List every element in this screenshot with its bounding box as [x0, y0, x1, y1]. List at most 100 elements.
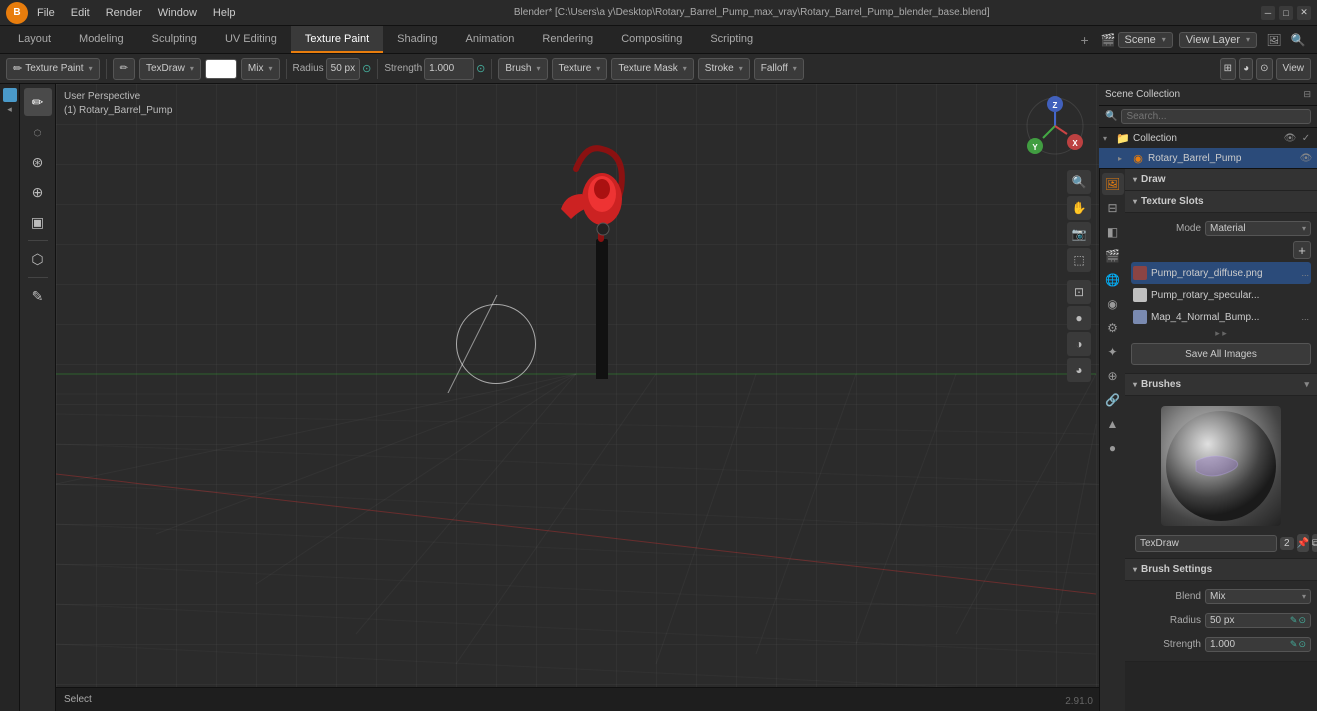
menu-file[interactable]: File	[30, 5, 62, 21]
strength-pressure-icon-2[interactable]: ⊙	[1298, 639, 1306, 650]
view-layer-selector[interactable]: View Layer ▾	[1179, 32, 1257, 48]
tab-scripting[interactable]: Scripting	[696, 26, 767, 53]
tab-layout[interactable]: Layout	[4, 26, 65, 53]
tab-modeling[interactable]: Modeling	[65, 26, 138, 53]
texture-mask-button[interactable]: Texture Mask ▾	[611, 58, 693, 80]
clone-tool[interactable]: ⊕	[24, 178, 52, 206]
search-icon[interactable]: 🔍	[1287, 29, 1309, 51]
tab-texture-paint[interactable]: Texture Paint	[291, 26, 383, 53]
prop-material-icon[interactable]: ●	[1102, 437, 1124, 459]
outliner-pump-item[interactable]: ▸ ◉ Rotary_Barrel_Pump 👁	[1099, 148, 1317, 168]
menu-help[interactable]: Help	[206, 5, 243, 21]
blend-mode-selector[interactable]: Mix ▾	[241, 58, 280, 80]
hand-tool-btn[interactable]: ✋	[1067, 196, 1091, 220]
mask-tool[interactable]: ⬡	[24, 245, 52, 273]
brushes-expand-icon[interactable]: ▾	[1304, 379, 1309, 390]
prop-physics-icon[interactable]: ⊕	[1102, 365, 1124, 387]
render-properties-icon[interactable]: 🖼	[1263, 29, 1285, 51]
render-region-btn[interactable]: ⬚	[1067, 248, 1091, 272]
radius-pen-icon[interactable]: ✎	[1290, 615, 1298, 626]
tab-animation[interactable]: Animation	[452, 26, 529, 53]
prop-data-icon[interactable]: ▲	[1102, 413, 1124, 435]
texture-slots-header[interactable]: ▾ Texture Slots	[1125, 191, 1317, 213]
viewport-render-btn[interactable]: ⊡	[1067, 280, 1091, 304]
prop-render-icon[interactable]: 🖼	[1102, 173, 1124, 195]
camera-view-btn[interactable]: 📷	[1067, 222, 1091, 246]
radius-input[interactable]: 50 px	[326, 58, 360, 80]
radius-pressure-icon[interactable]: ⊙	[362, 62, 371, 75]
viewport-shading-btn[interactable]: ◕	[1239, 58, 1253, 80]
mode-selector[interactable]: ✏ Texture Paint ▾	[6, 58, 100, 80]
prop-view-layer-icon[interactable]: ◧	[1102, 221, 1124, 243]
navigation-gizmo[interactable]: Z Y X	[1023, 94, 1087, 158]
fill-tool[interactable]: ▣	[24, 208, 52, 236]
tab-shading[interactable]: Shading	[383, 26, 451, 53]
strength-input[interactable]: 1.000	[424, 58, 474, 80]
3d-viewport[interactable]: User Perspective (1) Rotary_Barrel_Pump …	[56, 84, 1099, 711]
outliner-filter-icon[interactable]: ⊟	[1303, 89, 1311, 100]
prop-modifier-icon[interactable]: ⚙	[1102, 317, 1124, 339]
tab-uv-editing[interactable]: UV Editing	[211, 26, 291, 53]
brush-menu-button[interactable]: Brush ▾	[498, 58, 547, 80]
side-toggle[interactable]: ◂	[7, 104, 12, 115]
save-all-images-button[interactable]: Save All Images	[1131, 343, 1311, 365]
brush-name-input[interactable]	[1135, 535, 1277, 552]
draw-tool[interactable]: ✏	[24, 88, 52, 116]
texture-menu-button[interactable]: Texture ▾	[552, 58, 608, 80]
draw-section-header[interactable]: ▾ Draw	[1125, 169, 1317, 191]
prop-object-icon[interactable]: ◉	[1102, 293, 1124, 315]
brush-pin-button[interactable]: 📌	[1297, 534, 1309, 552]
radius-prop-value[interactable]: 50 px ✎ ⊙	[1205, 613, 1311, 628]
minimize-button[interactable]: ─	[1261, 6, 1275, 20]
annotate-tool[interactable]: ✎	[24, 282, 52, 310]
brush-name-selector[interactable]: TexDraw ▾	[139, 58, 201, 80]
proportional-edit-btn[interactable]: ⊙	[1256, 58, 1272, 80]
color-swatch[interactable]	[205, 59, 237, 79]
view-btn[interactable]: View	[1276, 58, 1312, 80]
collection-eye-icon[interactable]: 👁	[1283, 133, 1297, 144]
texture-slot-diffuse[interactable]: Pump_rotary_diffuse.png ...	[1131, 262, 1311, 284]
tab-sculpting[interactable]: Sculpting	[138, 26, 211, 53]
mode-value[interactable]: Material ▾	[1205, 221, 1311, 236]
viewport-material-btn[interactable]: ◑	[1067, 332, 1091, 356]
radius-pressure-icon-2[interactable]: ⊙	[1298, 615, 1306, 626]
collection-check-icon[interactable]: ✓	[1299, 133, 1313, 144]
viewport-overlay-btn[interactable]: ⊞	[1220, 58, 1236, 80]
falloff-button[interactable]: Falloff ▾	[754, 58, 804, 80]
add-texture-slot-button[interactable]: +	[1293, 241, 1311, 259]
soften-tool[interactable]: ◌	[24, 118, 52, 146]
smear-tool[interactable]: ⊛	[24, 148, 52, 176]
texture-slot-normal[interactable]: Map_4_Normal_Bump... ...	[1131, 306, 1311, 328]
blend-value[interactable]: Mix ▾	[1205, 589, 1311, 604]
tab-rendering[interactable]: Rendering	[528, 26, 607, 53]
prop-particle-icon[interactable]: ✦	[1102, 341, 1124, 363]
strength-pen-icon[interactable]: ✎	[1290, 639, 1298, 650]
zoom-in-btn[interactable]: 🔍	[1067, 170, 1091, 194]
pump-eye-icon[interactable]: 👁	[1299, 153, 1313, 164]
strength-pressure-icon[interactable]: ⊙	[476, 62, 485, 75]
viewport-rendered-btn[interactable]: ◕	[1067, 358, 1091, 382]
slots-expand-arrow[interactable]: ▸ ▸	[1131, 328, 1311, 339]
menu-edit[interactable]: Edit	[64, 5, 97, 21]
scene-selector[interactable]: Scene ▾	[1118, 32, 1173, 48]
stroke-button[interactable]: Stroke ▾	[698, 58, 750, 80]
draw-tool-button[interactable]: ✏	[113, 58, 135, 80]
brush-duplicate-button[interactable]: ⧉	[1312, 534, 1317, 552]
texture-slot-specular[interactable]: Pump_rotary_specular...	[1131, 284, 1311, 306]
mode-indicator[interactable]	[3, 88, 17, 102]
close-button[interactable]: ✕	[1297, 6, 1311, 20]
prop-scene-icon[interactable]: 🎬	[1102, 245, 1124, 267]
tab-compositing[interactable]: Compositing	[607, 26, 696, 53]
add-workspace-button[interactable]: +	[1075, 30, 1095, 50]
prop-constraints-icon[interactable]: 🔗	[1102, 389, 1124, 411]
outliner-search-input[interactable]	[1121, 109, 1311, 124]
brushes-section-header[interactable]: ▾ Brushes ▾	[1125, 374, 1317, 396]
prop-world-icon[interactable]: 🌐	[1102, 269, 1124, 291]
brush-settings-header[interactable]: ▾ Brush Settings	[1125, 559, 1317, 581]
menu-render[interactable]: Render	[99, 5, 149, 21]
blender-logo[interactable]: B	[6, 2, 28, 24]
viewport-solid-btn[interactable]: ●	[1067, 306, 1091, 330]
outliner-collection-item[interactable]: ▾ 📁 Collection 👁 ✓	[1099, 128, 1317, 148]
menu-window[interactable]: Window	[151, 5, 204, 21]
prop-output-icon[interactable]: ⊟	[1102, 197, 1124, 219]
